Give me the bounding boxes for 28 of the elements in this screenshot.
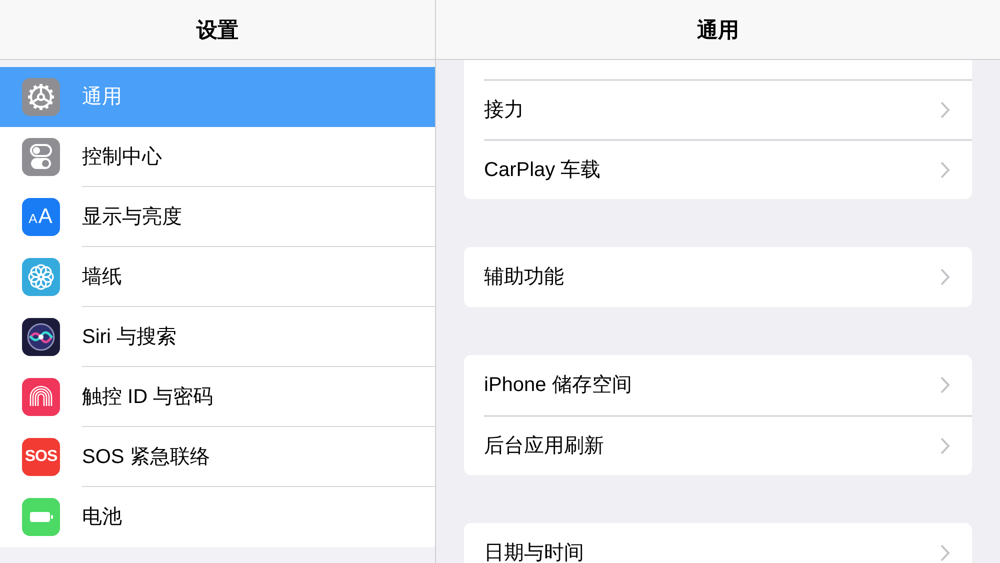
- sidebar-item-label: 控制中心: [82, 145, 162, 170]
- sidebar-item-label: 通用: [82, 85, 122, 110]
- sidebar-item-label: 电池: [82, 505, 122, 530]
- toggles-icon: [22, 138, 60, 176]
- chevron-icon: [940, 101, 950, 119]
- text-size-icon: AA: [22, 198, 60, 236]
- sidebar-item-label: 显示与亮度: [82, 205, 182, 230]
- settings-row-label[interactable]: 后台应用刷新: [484, 436, 940, 456]
- page-title: 通用: [697, 18, 739, 44]
- fingerprint-icon: [22, 378, 60, 416]
- sidebar-item-label: 墙纸: [82, 265, 122, 290]
- flower-icon: [22, 258, 60, 296]
- settings-row-label[interactable]: iPhone 储存空间: [484, 375, 940, 395]
- battery-icon: [22, 498, 60, 536]
- sidebar-title: 设置: [196, 18, 238, 44]
- chevron-icon: [940, 376, 950, 394]
- sos-icon: SOS: [22, 438, 60, 476]
- sidebar-item-label: SOS 紧急联络: [82, 445, 210, 470]
- sidebar-item-label: Siri 与搜索: [82, 325, 176, 350]
- chevron-icon: [940, 161, 950, 179]
- gear-icon: [22, 78, 60, 116]
- sidebar-item-label: 触控 ID 与密码: [82, 385, 214, 410]
- settings-row-label[interactable]: 接力: [484, 100, 940, 120]
- settings-row-label[interactable]: CarPlay 车载: [484, 160, 940, 180]
- chevron-icon: [940, 437, 950, 455]
- chevron-icon: [940, 268, 950, 286]
- orb-icon: [22, 318, 60, 356]
- chevron-icon: [940, 544, 950, 562]
